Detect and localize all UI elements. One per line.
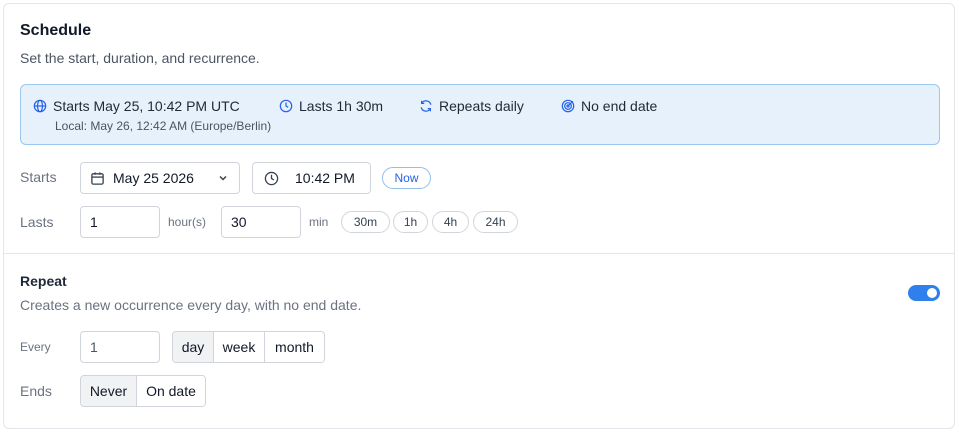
preset-4h-button[interactable]: 4h: [432, 211, 469, 233]
time-picker[interactable]: 10:42 PM: [252, 162, 371, 194]
summary-ends-text: No end date: [581, 98, 658, 114]
ends-never-option[interactable]: Never: [81, 376, 137, 406]
now-button[interactable]: Now: [382, 167, 431, 189]
repeat-toggle[interactable]: [908, 285, 940, 301]
chevron-down-icon: [219, 175, 227, 181]
hours-unit: hour(s): [168, 215, 207, 229]
ends-on-date-option[interactable]: On date: [137, 376, 205, 406]
summary-repeats: Repeats daily: [419, 98, 524, 114]
globe-icon: [33, 99, 47, 113]
every-label: Every: [20, 340, 51, 354]
unit-week-option[interactable]: week: [214, 332, 265, 362]
clock-icon: [279, 99, 293, 113]
repeat-title: Repeat: [20, 273, 67, 289]
summary-lasts: Lasts 1h 30m: [279, 98, 383, 114]
starts-label: Starts: [20, 169, 57, 185]
preset-24h-button[interactable]: 24h: [473, 211, 518, 233]
repeat-description: Creates a new occurrence every day, with…: [20, 297, 362, 313]
schedule-card: Schedule Set the start, duration, and re…: [3, 3, 955, 429]
calendar-icon: [91, 171, 104, 185]
every-input[interactable]: 1: [80, 331, 160, 363]
summary-ends: No end date: [561, 98, 657, 114]
hours-input[interactable]: 1: [80, 206, 160, 238]
hours-value: 1: [90, 214, 98, 230]
summary-lasts-text: Lasts 1h 30m: [299, 98, 384, 114]
minutes-input[interactable]: 30: [221, 206, 301, 238]
summary-local-time: Local: May 26, 12:42 AM (Europe/Berlin): [55, 119, 272, 133]
repeat-unit-selector: day week month: [172, 331, 325, 363]
unit-month-option[interactable]: month: [265, 332, 324, 362]
section-divider: [4, 253, 954, 254]
lasts-label: Lasts: [20, 214, 54, 230]
summary-starts-text: Starts May 25, 10:42 PM UTC: [53, 98, 240, 114]
refresh-icon: [420, 100, 432, 112]
unit-day-option[interactable]: day: [173, 332, 214, 362]
section-subtitle: Set the start, duration, and recurrence.: [20, 50, 260, 66]
toggle-knob: [927, 288, 937, 298]
preset-1h-button[interactable]: 1h: [393, 211, 428, 233]
minutes-value: 30: [231, 214, 247, 230]
clock-icon: [264, 171, 279, 185]
schedule-summary: Starts May 25, 10:42 PM UTC Local: May 2…: [20, 84, 940, 145]
preset-30m-button[interactable]: 30m: [341, 211, 390, 233]
summary-repeats-text: Repeats daily: [439, 98, 524, 114]
ends-label: Ends: [20, 383, 52, 399]
date-value: May 25 2026: [113, 170, 194, 186]
section-title: Schedule: [20, 22, 92, 39]
minutes-unit: min: [309, 215, 329, 229]
target-icon: [561, 99, 575, 113]
time-value: 10:42 PM: [295, 170, 355, 186]
every-value: 1: [90, 339, 98, 355]
ends-selector: Never On date: [80, 375, 206, 407]
summary-starts: Starts May 25, 10:42 PM UTC: [33, 98, 240, 114]
date-picker[interactable]: May 25 2026: [80, 162, 240, 194]
